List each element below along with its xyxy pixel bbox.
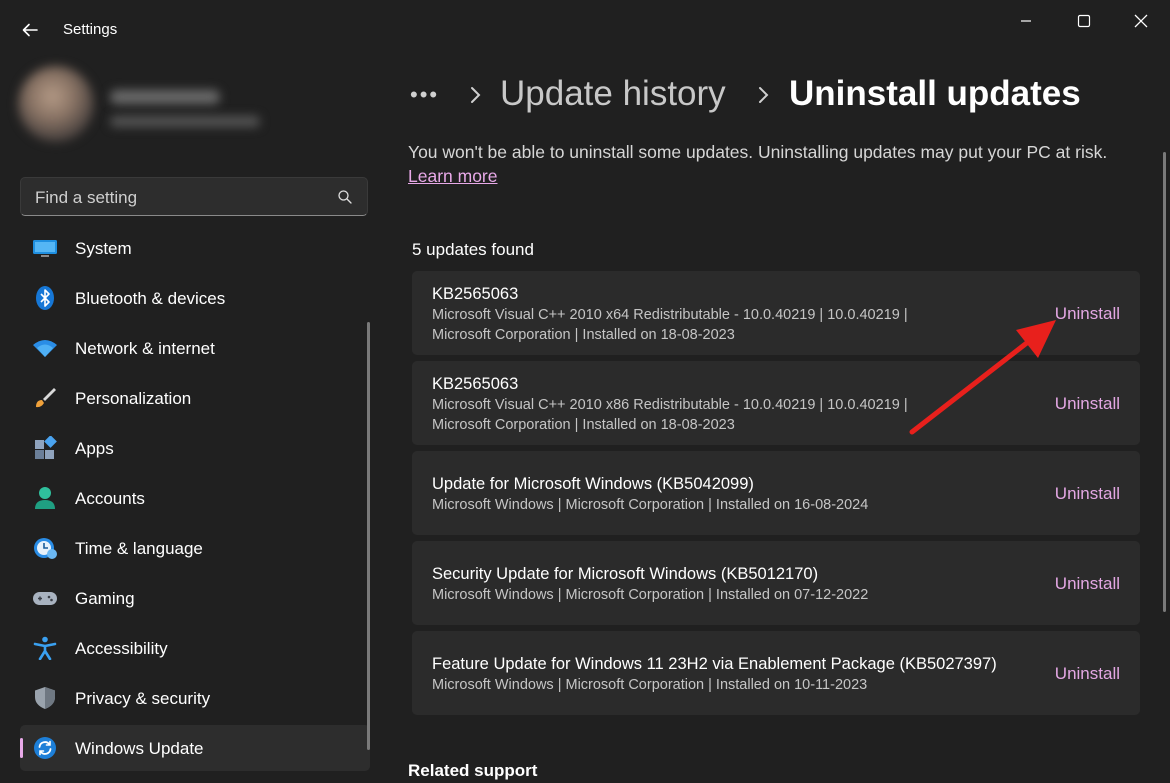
title-bar: Settings: [0, 0, 1170, 60]
update-title: KB2565063: [432, 375, 519, 393]
sidebar-item-privacy-security[interactable]: Privacy & security: [20, 675, 370, 721]
brush-icon: [36, 388, 56, 408]
warning-text: You won't be able to uninstall some upda…: [408, 142, 1108, 162]
sidebar-item-accessibility[interactable]: Accessibility: [20, 625, 370, 671]
update-card: Feature Update for Windows 11 23H2 via E…: [412, 631, 1140, 715]
sidebar-item-label: Network & internet: [75, 339, 215, 358]
sidebar-item-accounts[interactable]: Accounts: [20, 475, 370, 521]
update-details: Microsoft Corporation | Installed on 18-…: [432, 327, 735, 343]
sidebar-item-label: Windows Update: [75, 739, 204, 758]
maximize-icon[interactable]: [1073, 10, 1095, 32]
sidebar-item-label: Apps: [75, 439, 114, 458]
breadcrumb-update-history[interactable]: Update history: [500, 74, 726, 114]
search-input[interactable]: Find a setting: [35, 188, 137, 208]
update-title: KB2565063: [432, 285, 519, 303]
uninstall-button[interactable]: Uninstall: [1055, 664, 1120, 684]
update-card: Security Update for Microsoft Windows (K…: [412, 541, 1140, 625]
uninstall-button[interactable]: Uninstall: [1055, 574, 1120, 594]
sidebar-item-network[interactable]: Network & internet: [20, 325, 370, 371]
wifi-icon: [33, 340, 57, 357]
sidebar-item-label: System: [75, 239, 132, 258]
sidebar-scrollbar[interactable]: [367, 322, 370, 750]
sidebar-item-label: Accounts: [75, 489, 145, 508]
sidebar-item-label: Bluetooth & devices: [75, 289, 226, 308]
profile-email-blurred: [110, 116, 260, 127]
sidebar-item-time-language[interactable]: Time & language: [20, 525, 370, 571]
minimize-icon[interactable]: [1015, 10, 1037, 32]
update-card: Update for Microsoft Windows (KB5042099)…: [412, 451, 1140, 535]
sidebar-item-label: Gaming: [75, 589, 135, 608]
clock-globe-icon: [34, 538, 57, 559]
user-profile[interactable]: [14, 62, 296, 146]
sidebar-item-gaming[interactable]: Gaming: [20, 575, 370, 621]
avatar: [18, 66, 94, 142]
profile-name-blurred: [110, 90, 220, 104]
person-icon: [35, 487, 55, 509]
apps-icon: [35, 436, 57, 459]
close-icon[interactable]: [1130, 10, 1152, 32]
update-details: Microsoft Corporation | Installed on 18-…: [432, 417, 735, 433]
updates-count: 5 updates found: [412, 240, 534, 259]
sidebar-item-label: Accessibility: [75, 639, 168, 658]
sidebar-item-label: Privacy & security: [75, 689, 211, 708]
update-title: Update for Microsoft Windows (KB5042099): [432, 475, 754, 493]
learn-more-link[interactable]: Learn more: [408, 166, 498, 187]
sidebar-item-label: Time & language: [75, 539, 203, 558]
monitor-icon: [33, 240, 57, 257]
bluetooth-icon: [36, 286, 54, 310]
sidebar-item-apps[interactable]: Apps: [20, 425, 370, 471]
update-details: Microsoft Visual C++ 2010 x64 Redistribu…: [432, 307, 908, 323]
page-title: Uninstall updates: [789, 74, 1081, 113]
breadcrumb-more-button[interactable]: •••: [410, 82, 439, 108]
search-icon: [338, 190, 352, 204]
back-arrow-icon[interactable]: [18, 18, 42, 42]
gamepad-icon: [33, 592, 57, 605]
accessibility-icon: [33, 636, 57, 660]
update-details: Microsoft Windows | Microsoft Corporatio…: [432, 497, 869, 513]
related-support-heading: Related support: [408, 761, 538, 780]
chevron-right-icon: [759, 87, 769, 103]
shield-icon: [35, 687, 55, 709]
update-title: Security Update for Microsoft Windows (K…: [432, 565, 819, 583]
main-scrollbar[interactable]: [1163, 152, 1166, 612]
sidebar-item-label: Personalization: [75, 389, 192, 408]
update-details: Microsoft Windows | Microsoft Corporatio…: [432, 677, 868, 693]
uninstall-button[interactable]: Uninstall: [1055, 484, 1120, 504]
update-icon: [34, 737, 56, 759]
update-details: Microsoft Visual C++ 2010 x86 Redistribu…: [432, 397, 908, 413]
search-box[interactable]: Find a setting: [20, 177, 368, 216]
active-indicator: [20, 738, 23, 758]
window-title: Settings: [63, 21, 118, 38]
sidebar-item-bluetooth[interactable]: Bluetooth & devices: [20, 275, 370, 321]
sidebar-item-system[interactable]: System: [20, 225, 370, 271]
sidebar-item-windows-update[interactable]: Windows Update: [20, 725, 370, 771]
chevron-right-icon: [471, 87, 481, 103]
update-details: Microsoft Windows | Microsoft Corporatio…: [432, 587, 869, 603]
sidebar-item-personalization[interactable]: Personalization: [20, 375, 370, 421]
annotation-arrow-icon: [909, 320, 1056, 435]
update-title: Feature Update for Windows 11 23H2 via E…: [432, 655, 997, 673]
